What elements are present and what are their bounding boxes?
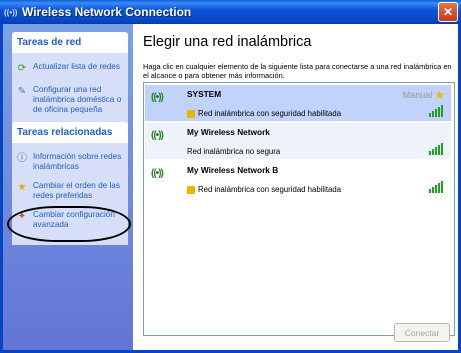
network-name: SYSTEM	[187, 89, 222, 99]
network-list: ((•)) SYSTEM Manual ★ Red inalámbrica con…	[143, 82, 455, 336]
wireless-signal-icon: ((•))	[151, 92, 164, 103]
tag-label: Manual	[402, 90, 433, 100]
network-name: My Wireless Network	[187, 127, 270, 137]
change-preferred-order-link[interactable]: ★ Cambiar el orden de las redes preferid…	[15, 181, 125, 201]
highlight-circle	[7, 206, 131, 242]
connect-button[interactable]: Conectar	[394, 323, 450, 342]
signal-bar	[435, 185, 437, 193]
page-title: Elegir una red inalámbrica	[143, 34, 312, 50]
title-bar: ((•)) Wireless Network Connection ✕	[0, 0, 461, 24]
network-item-my-wireless-network-b[interactable]: ((•)) My Wireless Network B Red inalámbr…	[145, 161, 451, 197]
star-icon: ★	[434, 88, 445, 102]
network-name: My Wireless Network B	[187, 165, 279, 175]
status-label: Red inalámbrica no segura	[187, 147, 281, 156]
task-label: Actualizar lista de redes	[33, 62, 120, 71]
info-icon: ⓘ	[17, 153, 27, 164]
signal-bar	[438, 145, 440, 155]
signal-bar	[441, 143, 443, 155]
lock-icon	[187, 185, 195, 194]
wireless-signal-icon: ((•))	[151, 168, 164, 179]
wireless-icon: ((•))	[4, 7, 18, 17]
signal-bar	[432, 149, 434, 155]
signal-bar	[429, 151, 431, 155]
signal-bar	[438, 107, 440, 117]
task-label: Información sobre redes inalámbricas	[33, 152, 122, 171]
network-pane: Elegir una red inalámbrica Haga clic en …	[133, 24, 458, 350]
star-icon: ★	[17, 182, 27, 193]
status-label: Red inalámbrica con seguridad habilitada	[198, 185, 342, 194]
network-status: Red inalámbrica no segura	[187, 147, 280, 156]
manual-tag: Manual ★	[403, 88, 445, 102]
setup-wireless-network-link[interactable]: ✎ Configurar una red inalámbrica domésti…	[15, 85, 125, 115]
signal-bar	[435, 147, 437, 155]
network-tasks-group: Tareas de red ⟳ Actualizar lista de rede…	[12, 32, 128, 130]
window-title: Wireless Network Connection	[22, 5, 192, 19]
network-item-system[interactable]: ((•)) SYSTEM Manual ★ Red inalámbrica con…	[145, 85, 451, 121]
signal-strength-bars	[429, 181, 443, 193]
related-tasks-heading: Tareas relacionadas	[12, 122, 128, 143]
lock-icon	[187, 109, 195, 118]
close-button[interactable]: ✕	[438, 2, 458, 22]
instructions-text: Haga clic en cualquier elemento de la si…	[143, 62, 452, 80]
task-label: Cambiar el orden de las redes preferidas	[33, 181, 120, 200]
network-tasks-heading: Tareas de red	[12, 32, 128, 53]
signal-bar	[435, 109, 437, 117]
signal-bar	[429, 189, 431, 193]
status-label: Red inalámbrica con seguridad habilitada	[198, 109, 342, 118]
signal-bar	[429, 113, 431, 117]
signal-strength-bars	[429, 143, 443, 155]
signal-bar	[441, 105, 443, 117]
wireless-signal-icon: ((•))	[151, 130, 164, 141]
task-label: Configurar una red inalámbrica doméstica…	[33, 85, 122, 114]
refresh-icon: ⟳	[17, 63, 27, 74]
network-status: Red inalámbrica con seguridad habilitada	[187, 109, 341, 118]
refresh-network-list-link[interactable]: ⟳ Actualizar lista de redes	[15, 62, 125, 76]
network-item-my-wireless-network[interactable]: ((•)) My Wireless Network Red inalámbric…	[145, 123, 451, 159]
setup-wizard-icon: ✎	[17, 86, 27, 97]
network-status: Red inalámbrica con seguridad habilitada	[187, 185, 341, 194]
signal-bar	[432, 187, 434, 193]
signal-bar	[432, 111, 434, 117]
task-pane: Tareas de red ⟳ Actualizar lista de rede…	[3, 24, 133, 350]
signal-bar	[441, 181, 443, 193]
wireless-info-link[interactable]: ⓘ Información sobre redes inalámbricas	[15, 152, 125, 172]
signal-strength-bars	[429, 105, 443, 117]
signal-bar	[438, 183, 440, 193]
